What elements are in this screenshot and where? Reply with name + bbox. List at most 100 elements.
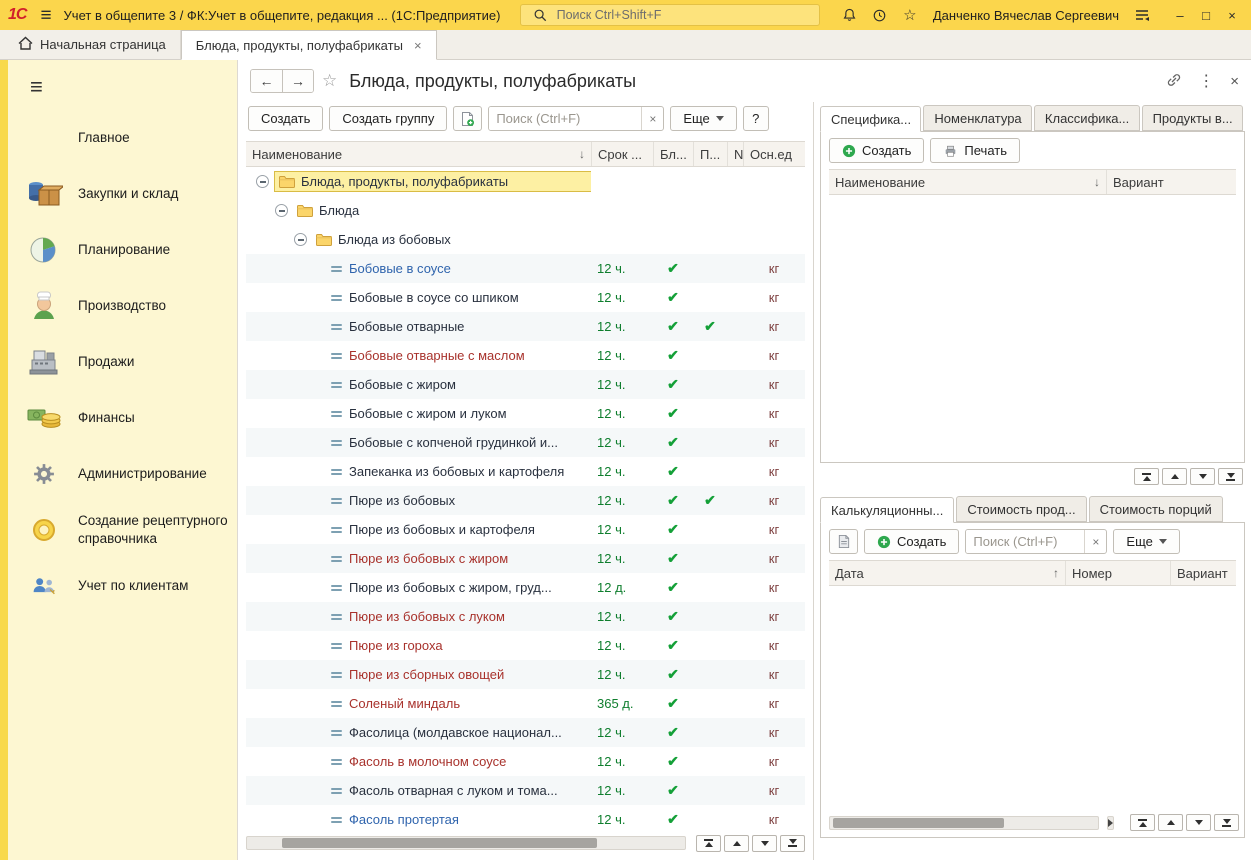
tree-group-row[interactable]: Блюда, продукты, полуфабрикаты <box>246 167 805 196</box>
collapse-icon[interactable] <box>256 175 269 188</box>
collapse-icon[interactable] <box>294 233 307 246</box>
column-header-name[interactable]: Наименование ↓ <box>246 142 591 166</box>
column-header-term[interactable]: Срок ... <box>591 142 653 166</box>
tree-item-row[interactable]: Пюре из бобовых с жиром 12 ч. ✔ кг <box>246 544 805 573</box>
tree-item-row[interactable]: Фасоль в молочном соусе 12 ч. ✔ кг <box>246 747 805 776</box>
calc-empty-list[interactable] <box>821 586 1244 814</box>
calc-search-input[interactable] <box>966 530 1085 553</box>
notifications-bell-icon[interactable] <box>839 4 861 26</box>
copy-element-button[interactable] <box>453 106 483 131</box>
calc-document-button[interactable] <box>829 529 858 554</box>
list-search-input[interactable] <box>489 107 642 130</box>
forward-button[interactable]: → <box>282 70 313 92</box>
go-down-button[interactable] <box>752 834 777 852</box>
tab-classification[interactable]: Классификa... <box>1033 105 1140 131</box>
sidebar-item-recipe-builder[interactable]: Создание рецептурного справочника <box>8 502 237 558</box>
calc-column-date[interactable]: Дата ↑ <box>829 561 1065 585</box>
tree-item-row[interactable]: Пюре из бобовых с жиром, груд... 12 д. ✔ кг <box>246 573 805 602</box>
tree-item-row[interactable]: Пюре из бобовых и картофеля 12 ч. ✔ кг <box>246 515 805 544</box>
sidebar-item-planning[interactable]: Планирование <box>8 222 237 278</box>
tab-specifications[interactable]: Спецификa... <box>820 106 922 132</box>
column-header-unit[interactable]: Осн.ед <box>743 142 805 166</box>
go-down-button[interactable] <box>1186 814 1211 831</box>
current-user-name[interactable]: Данченко Вячеслав Сергеевич <box>933 8 1119 23</box>
tab-calculation-cards[interactable]: Калькуляционны... <box>820 497 955 523</box>
tree-group-row[interactable]: Блюда <box>246 196 805 225</box>
form-more-icon[interactable]: ⋮ <box>1198 71 1214 91</box>
calc-create-button[interactable]: Создать <box>864 529 960 554</box>
horizontal-scrollbar[interactable] <box>829 815 1099 830</box>
minimize-button[interactable]: – <box>1167 3 1193 27</box>
create-button[interactable]: Создать <box>248 106 324 131</box>
more-button[interactable]: Еще <box>670 106 737 131</box>
form-close-icon[interactable]: × <box>1230 73 1239 90</box>
tree-item-row[interactable]: Бобовые в соусе 12 ч. ✔ кг <box>246 254 805 283</box>
tab-nomenclature[interactable]: Номенклатура <box>923 105 1032 131</box>
calc-more-button[interactable]: Еще <box>1113 529 1180 554</box>
scrollbar-thumb[interactable] <box>282 838 598 848</box>
tree-item-row[interactable]: Соленый миндаль 365 д. ✔ кг <box>246 689 805 718</box>
tree-item-row[interactable]: Пюре из гороха 12 ч. ✔ кг <box>246 631 805 660</box>
go-last-button[interactable] <box>1214 814 1239 831</box>
scrollbar-thumb[interactable] <box>832 817 1005 828</box>
sidebar-item-main[interactable]: Главное <box>8 110 237 166</box>
column-header-n[interactable]: N <box>727 142 743 166</box>
go-last-button[interactable] <box>780 834 805 852</box>
tab-close-icon[interactable]: × <box>414 38 422 53</box>
tree-item-row[interactable]: Пюре из бобовых с луком 12 ч. ✔ кг <box>246 602 805 631</box>
spec-column-variant[interactable]: Вариант <box>1106 170 1236 194</box>
calc-column-number[interactable]: Номер <box>1065 561 1170 585</box>
collapse-icon[interactable] <box>275 204 288 217</box>
spec-empty-list[interactable] <box>821 195 1244 462</box>
spec-create-button[interactable]: Создать <box>829 138 925 163</box>
close-window-button[interactable]: × <box>1219 3 1245 27</box>
sidebar-item-clients[interactable]: Учет по клиентам <box>8 558 237 614</box>
search-clear-icon[interactable]: × <box>1084 530 1106 553</box>
column-header-bl[interactable]: Бл... <box>653 142 693 166</box>
favorites-star-icon[interactable]: ☆ <box>899 4 921 26</box>
tree-item-row[interactable]: Бобовые отварные 12 ч. ✔ ✔ кг <box>246 312 805 341</box>
horizontal-scrollbar[interactable] <box>246 836 686 850</box>
sidebar-item-sales[interactable]: Продажи <box>8 334 237 390</box>
add-to-favorites-star-icon[interactable]: ☆ <box>322 71 337 91</box>
go-first-button[interactable] <box>1134 468 1159 485</box>
spec-column-name[interactable]: Наименование ↓ <box>829 170 1106 194</box>
spec-print-button[interactable]: Печать <box>930 138 1020 163</box>
sidebar-item-purchases-warehouse[interactable]: Закупки и склад <box>8 166 237 222</box>
tab-dishes-products[interactable]: Блюда, продукты, полуфабрикаты × <box>180 30 437 60</box>
calc-column-variant[interactable]: Вариант <box>1170 561 1236 585</box>
sidebar-item-production[interactable]: Производство <box>8 278 237 334</box>
tab-products-in[interactable]: Продукты в... <box>1141 105 1243 131</box>
get-link-icon[interactable] <box>1166 72 1182 91</box>
search-clear-icon[interactable]: × <box>641 107 663 130</box>
tab-home[interactable]: Начальная страница <box>4 30 181 59</box>
maximize-button[interactable]: □ <box>1193 3 1219 27</box>
go-up-button[interactable] <box>1162 468 1187 485</box>
main-menu-icon[interactable]: ≡ <box>36 6 55 25</box>
back-button[interactable]: ← <box>251 70 282 92</box>
go-up-button[interactable] <box>1158 814 1183 831</box>
go-last-button[interactable] <box>1218 468 1243 485</box>
sidebar-item-administration[interactable]: Администрирование <box>8 446 237 502</box>
tab-portion-cost[interactable]: Стоимость порций <box>1088 496 1223 522</box>
tree-item-row[interactable]: Пюре из бобовых 12 ч. ✔ ✔ кг <box>246 486 805 515</box>
help-button[interactable]: ? <box>742 106 769 131</box>
tree-item-row[interactable]: Бобовые с жиром и луком 12 ч. ✔ кг <box>246 399 805 428</box>
sidebar-menu-icon[interactable]: ≡ <box>30 74 237 100</box>
global-search-input[interactable]: Поиск Ctrl+Shift+F <box>519 4 820 26</box>
tree-item-row[interactable]: Фасоль отварная с луком и тома... 12 ч. ✔ к… <box>246 776 805 805</box>
tab-product-cost[interactable]: Стоимость прод... <box>956 496 1087 522</box>
go-up-button[interactable] <box>724 834 749 852</box>
tree-item-row[interactable]: Бобовые с копченой грудинкой и... 12 ч. ✔ к… <box>246 428 805 457</box>
tree-item-row[interactable]: Бобовые отварные с маслом 12 ч. ✔ кг <box>246 341 805 370</box>
tree-item-row[interactable]: Фасоль протертая 12 ч. ✔ кг <box>246 805 805 834</box>
go-down-button[interactable] <box>1190 468 1215 485</box>
service-menu-icon[interactable] <box>1131 4 1153 26</box>
tree-item-row[interactable]: Запеканка из бобовых и картофеля 12 ч. ✔ кг <box>246 457 805 486</box>
history-clock-icon[interactable] <box>869 4 891 26</box>
tree-item-row[interactable]: Пюре из сборных овощей 12 ч. ✔ кг <box>246 660 805 689</box>
scroll-right-arrow[interactable] <box>1107 815 1114 830</box>
tree-group-row[interactable]: Блюда из бобовых <box>246 225 805 254</box>
go-first-button[interactable] <box>696 834 721 852</box>
sidebar-item-finance[interactable]: Финансы <box>8 390 237 446</box>
